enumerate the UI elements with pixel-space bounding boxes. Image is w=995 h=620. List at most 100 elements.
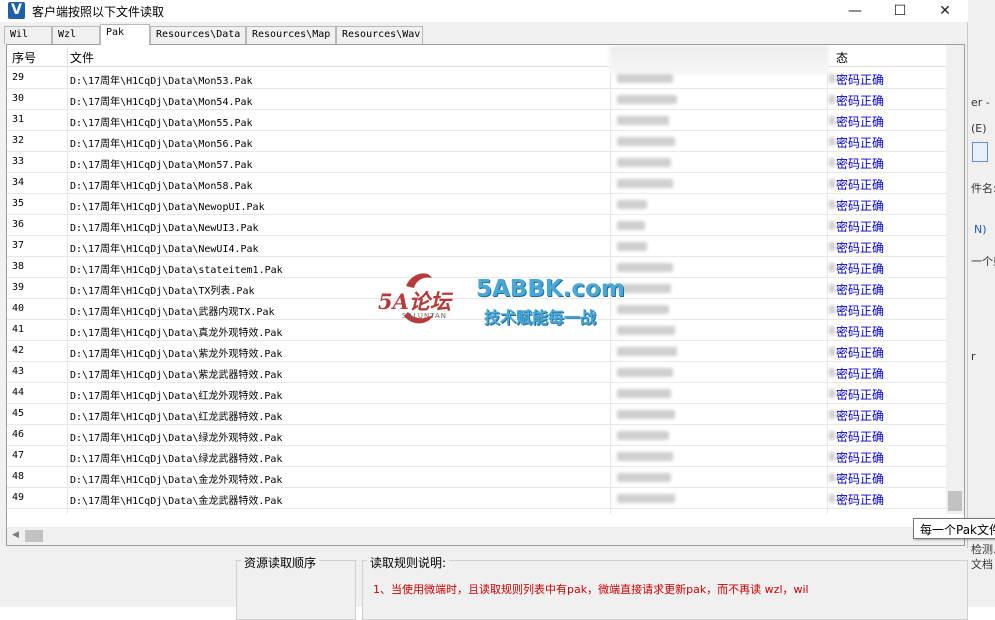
redacted-cell — [829, 179, 835, 188]
bg-text: 文档 — [971, 558, 993, 571]
tab-resources-data[interactable]: Resources\Data — [150, 26, 246, 44]
list-row[interactable]: 42 D:\17周年\H1CqDj\Data\紫龙外观特效.Pak 密码正确 — [7, 341, 946, 362]
scroll-left-arrow-icon[interactable]: ◀ — [12, 530, 19, 540]
row-status: 密码正确 — [836, 262, 885, 276]
list-row[interactable]: 30 D:\17周年\H1CqDj\Data\Mon54.Pak 密码正确 — [7, 89, 946, 110]
list-row[interactable]: 35 D:\17周年\H1CqDj\Data\NewopUI.Pak 密码正确 — [7, 194, 946, 215]
redacted-cell — [829, 200, 835, 209]
redacted-cell — [617, 200, 647, 209]
bg-text: 件名: — [971, 182, 995, 195]
row-number: 44 — [12, 387, 25, 398]
row-file-path: D:\17周年\H1CqDj\Data\Mon53.Pak — [70, 76, 253, 87]
list-row[interactable]: 34 D:\17周年\H1CqDj\Data\Mon58.Pak 密码正确 — [7, 173, 946, 194]
column-divider[interactable] — [67, 47, 68, 65]
maximize-button[interactable]: ☐ — [877, 0, 923, 22]
list-row[interactable]: 41 D:\17周年\H1CqDj\Data\真龙外观特效.Pak 密码正确 — [7, 320, 946, 341]
list-row[interactable]: 33 D:\17周年\H1CqDj\Data\Mon57.Pak 密码正确 — [7, 152, 946, 173]
background-window: er - (E) 件名: N) 一个或 r 检测. 文档 — [968, 0, 995, 607]
row-file-path: D:\17周年\H1CqDj\Data\Mon55.Pak — [70, 118, 253, 129]
redacted-cell — [617, 347, 677, 356]
row-status: 密码正确 — [836, 73, 885, 87]
list-row[interactable]: 29 D:\17周年\H1CqDj\Data\Mon53.Pak 密码正确 — [7, 68, 946, 89]
tooltip: 每一个Pak文件 — [913, 518, 995, 539]
redacted-cell — [829, 452, 835, 461]
row-file-path: D:\17周年\H1CqDj\Data\TX列表.Pak — [70, 286, 255, 297]
bg-text: N) — [974, 223, 987, 236]
horizontal-scroll-thumb[interactable] — [25, 530, 43, 542]
list-row[interactable]: 43 D:\17周年\H1CqDj\Data\紫龙武器特效.Pak 密码正确 — [7, 362, 946, 383]
redacted-cell — [829, 326, 835, 335]
list-row[interactable]: 31 D:\17周年\H1CqDj\Data\Mon55.Pak 密码正确 — [7, 110, 946, 131]
row-status: 密码正确 — [836, 136, 885, 150]
redacted-cell — [829, 137, 835, 146]
row-status: 密码正确 — [836, 472, 885, 486]
redacted-cell — [617, 179, 673, 188]
redacted-cell — [829, 74, 835, 83]
redacted-cell — [617, 473, 671, 482]
bg-text: r — [971, 350, 976, 363]
redacted-cell — [829, 473, 835, 482]
row-number: 42 — [12, 345, 25, 356]
minimize-button[interactable]: — — [832, 0, 878, 22]
title-bar: V 客户端按照以下文件读取 — ☐ ✕ — [0, 0, 968, 22]
redacted-cell — [617, 368, 673, 377]
redacted-cell — [829, 368, 835, 377]
row-number: 36 — [12, 219, 25, 230]
document-icon — [972, 142, 988, 162]
redacted-cell — [829, 284, 835, 293]
tab-pak[interactable]: Pak — [100, 24, 150, 45]
row-status: 密码正确 — [836, 94, 885, 108]
row-number: 38 — [12, 261, 25, 272]
redacted-cell — [829, 95, 835, 104]
list-row[interactable]: 48 D:\17周年\H1CqDj\Data\金龙外观特效.Pak 密码正确 — [7, 467, 946, 488]
list-row[interactable]: 37 D:\17周年\H1CqDj\Data\NewUI4.Pak 密码正确 — [7, 236, 946, 257]
bg-text: er - — [971, 96, 990, 109]
list-row[interactable]: 47 D:\17周年\H1CqDj\Data\绿龙武器特效.Pak 密码正确 — [7, 446, 946, 467]
vertical-scroll-thumb[interactable] — [948, 491, 962, 511]
row-number: 46 — [12, 429, 25, 440]
vertical-scrollbar[interactable] — [946, 45, 964, 514]
redacted-cell — [617, 263, 673, 272]
redacted-cell — [617, 242, 647, 251]
row-status: 密码正确 — [836, 178, 885, 192]
list-row[interactable]: 49 D:\17周年\H1CqDj\Data\金龙武器特效.Pak 密码正确 — [7, 488, 946, 509]
list-row[interactable]: 36 D:\17周年\H1CqDj\Data\NewUI3.Pak 密码正确 — [7, 215, 946, 236]
redacted-cell — [617, 326, 675, 335]
row-file-path: D:\17周年\H1CqDj\Data\Mon54.Pak — [70, 97, 253, 108]
column-header-status[interactable]: 态 — [836, 49, 848, 66]
horizontal-scrollbar[interactable]: ◀ — [7, 527, 964, 545]
redacted-cell — [829, 116, 835, 125]
rules-title: 读取规则说明: — [367, 554, 450, 571]
list-row[interactable]: 44 D:\17周年\H1CqDj\Data\红龙外观特效.Pak 密码正确 — [7, 383, 946, 404]
column-header-no[interactable]: 序号 — [12, 49, 36, 66]
row-file-path: D:\17周年\H1CqDj\Data\紫龙外观特效.Pak — [70, 349, 283, 360]
redacted-cell — [617, 389, 671, 398]
row-status: 密码正确 — [836, 115, 885, 129]
list-row[interactable]: 46 D:\17周年\H1CqDj\Data\绿龙外观特效.Pak 密码正确 — [7, 425, 946, 446]
row-number: 37 — [12, 240, 25, 251]
tab-wil[interactable]: Wil — [4, 26, 52, 44]
row-file-path: D:\17周年\H1CqDj\Data\Mon57.Pak — [70, 160, 253, 171]
main-window: V 客户端按照以下文件读取 — ☐ ✕ Wil Wzl Pak Resource… — [0, 0, 995, 620]
row-file-path: D:\17周年\H1CqDj\Data\紫龙武器特效.Pak — [70, 370, 283, 381]
tab-resources-wav[interactable]: Resources\Wav — [336, 26, 423, 44]
row-status: 密码正确 — [836, 325, 885, 339]
row-status: 密码正确 — [836, 451, 885, 465]
list-row[interactable]: 40 D:\17周年\H1CqDj\Data\武器内观TX.Pak 密码正确 — [7, 299, 946, 320]
list-row[interactable]: 38 D:\17周年\H1CqDj\Data\stateitem1.Pak 密码正确 — [7, 257, 946, 278]
redacted-cell — [829, 263, 835, 272]
redacted-cell — [617, 305, 669, 314]
column-header-file[interactable]: 文件 — [70, 49, 94, 66]
row-number: 30 — [12, 93, 25, 104]
bg-text: 检测. — [971, 543, 995, 556]
list-row[interactable]: 45 D:\17周年\H1CqDj\Data\红龙武器特效.Pak 密码正确 — [7, 404, 946, 425]
row-status: 密码正确 — [836, 241, 885, 255]
row-file-path: D:\17周年\H1CqDj\Data\绿龙武器特效.Pak — [70, 454, 283, 465]
list-row[interactable]: 39 D:\17周年\H1CqDj\Data\TX列表.Pak 密码正确 — [7, 278, 946, 299]
tab-wzl[interactable]: Wzl — [52, 26, 100, 44]
list-row[interactable]: 32 D:\17周年\H1CqDj\Data\Mon56.Pak 密码正确 — [7, 131, 946, 152]
close-button[interactable]: ✕ — [922, 0, 968, 22]
tab-resources-map[interactable]: Resources\Map — [246, 26, 336, 44]
row-number: 31 — [12, 114, 25, 125]
row-file-path: D:\17周年\H1CqDj\Data\红龙武器特效.Pak — [70, 412, 283, 423]
